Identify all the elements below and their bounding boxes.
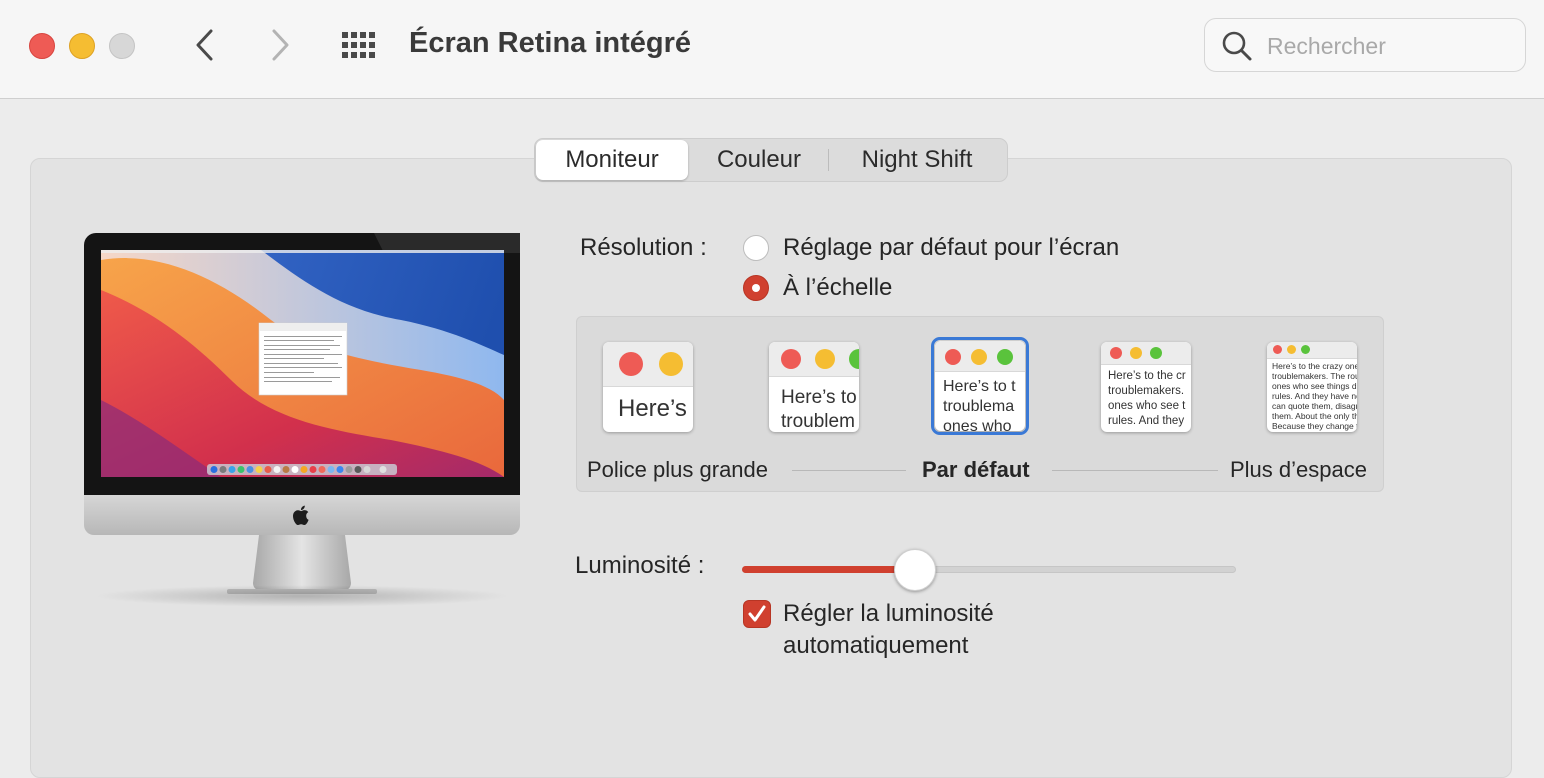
search-icon: [1222, 31, 1252, 61]
auto-brightness-checkbox[interactable]: [743, 600, 771, 628]
zoom-button[interactable]: [109, 33, 135, 59]
scale-option-selection-ring: [931, 337, 1029, 435]
tab-moniteur[interactable]: Moniteur: [536, 140, 688, 180]
forward-button[interactable]: [260, 26, 300, 66]
chevron-right-icon: [272, 29, 289, 61]
title-bar: Écran Retina intégré: [0, 0, 1544, 99]
minimize-button[interactable]: [69, 33, 95, 59]
radio-scaled-resolution-label[interactable]: À l’échelle: [783, 274, 892, 302]
brightness-label: Luminosité :: [575, 552, 705, 579]
scale-option-sample-text: Here’s to troublem: [781, 387, 857, 432]
imac-bezel: [84, 233, 520, 495]
scale-option-sample-text: Here’s to the crazy one troublemakers. T…: [1272, 361, 1357, 431]
green-dot-icon: [1150, 347, 1162, 359]
yellow-dot-icon: [659, 352, 683, 376]
scale-option-larger-text[interactable]: Here’s: [603, 342, 693, 432]
scale-label-default: Par défaut: [922, 457, 1030, 482]
imac-shadow: [94, 585, 510, 607]
tab-night-shift[interactable]: Night Shift: [832, 140, 1002, 180]
tab-separator: [828, 149, 829, 171]
tab-bar: Moniteur Couleur Night Shift: [534, 138, 1008, 182]
green-dot-icon: [1301, 345, 1310, 354]
yellow-dot-icon: [1130, 347, 1142, 359]
red-dot-icon: [781, 349, 801, 369]
search-input[interactable]: [1265, 27, 1519, 65]
grid-icon: [342, 32, 375, 58]
resolution-label: Résolution :: [580, 234, 707, 261]
radio-scaled-resolution[interactable]: [743, 275, 769, 301]
radio-default-resolution-label[interactable]: Réglage par défaut pour l’écran: [783, 234, 1119, 262]
scale-option-2[interactable]: Here’s to troublem: [769, 342, 859, 432]
scale-label-larger-text: Police plus grande: [587, 457, 769, 482]
window-title: Écran Retina intégré: [409, 27, 692, 59]
radio-default-resolution[interactable]: [743, 235, 769, 261]
imac-chin: [84, 495, 520, 535]
checkmark-icon: [748, 605, 766, 622]
scale-divider-left: [792, 470, 906, 471]
scale-option-more-space[interactable]: Here’s to the crazy one troublemakers. T…: [1267, 342, 1357, 432]
red-dot-icon: [1110, 347, 1122, 359]
brightness-slider-fill: [742, 566, 915, 573]
yellow-dot-icon: [815, 349, 835, 369]
scale-divider-right: [1052, 470, 1218, 471]
show-all-button[interactable]: [340, 29, 380, 63]
auto-brightness-label-line1[interactable]: Régler la luminosité: [783, 600, 994, 628]
scale-option-sample-text: Here’s to the cr troublemakers. ones who…: [1108, 370, 1186, 427]
brightness-slider-knob[interactable]: [894, 549, 936, 591]
scale-option-4[interactable]: Here’s to the cr troublemakers. ones who…: [1101, 342, 1191, 432]
red-dot-icon: [1273, 345, 1282, 354]
apple-logo-icon: [293, 505, 309, 526]
chevron-left-icon: [196, 29, 213, 61]
scale-option-sample-text: Here’s: [618, 395, 687, 422]
close-button[interactable]: [29, 33, 55, 59]
imac-illustration: [84, 233, 520, 613]
scale-label-more-space: Plus d’espace: [1230, 457, 1367, 482]
red-dot-icon: [619, 352, 643, 376]
tab-couleur[interactable]: Couleur: [692, 140, 826, 180]
wallpaper-image: [101, 250, 504, 477]
back-button[interactable]: [186, 26, 226, 66]
auto-brightness-label-line2[interactable]: automatiquement: [783, 632, 968, 660]
search-field[interactable]: [1204, 18, 1526, 72]
yellow-dot-icon: [1287, 345, 1296, 354]
